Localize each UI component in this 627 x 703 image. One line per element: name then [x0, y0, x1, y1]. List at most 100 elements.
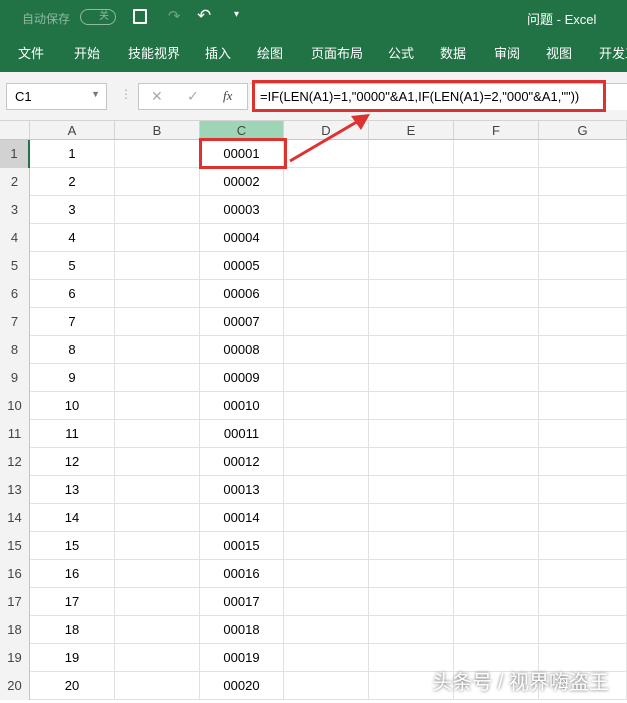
cell-B19[interactable]	[115, 644, 200, 672]
select-all-corner[interactable]	[0, 121, 30, 140]
cell-A10[interactable]: 10	[30, 392, 115, 420]
cell-G18[interactable]	[539, 616, 627, 644]
cell-G4[interactable]	[539, 224, 627, 252]
cell-D10[interactable]	[284, 392, 369, 420]
cell-D9[interactable]	[284, 364, 369, 392]
tab-review[interactable]: 审阅	[494, 43, 520, 62]
cell-A9[interactable]: 9	[30, 364, 115, 392]
cell-E2[interactable]	[369, 168, 454, 196]
cell-F9[interactable]	[454, 364, 539, 392]
cell-C20[interactable]: 00020	[200, 672, 284, 700]
cell-C15[interactable]: 00015	[200, 532, 284, 560]
cancel-icon[interactable]: ✕	[151, 88, 163, 105]
cell-G6[interactable]	[539, 280, 627, 308]
cell-E4[interactable]	[369, 224, 454, 252]
cell-B17[interactable]	[115, 588, 200, 616]
cell-G13[interactable]	[539, 476, 627, 504]
cell-B20[interactable]	[115, 672, 200, 700]
cell-D11[interactable]	[284, 420, 369, 448]
tab-draw[interactable]: 绘图	[257, 43, 283, 62]
row-header[interactable]: 11	[0, 420, 30, 448]
undo-icon[interactable]: ↶	[197, 6, 211, 26]
cell-G1[interactable]	[539, 140, 627, 168]
row-header[interactable]: 10	[0, 392, 30, 420]
cell-E11[interactable]	[369, 420, 454, 448]
tab-insert[interactable]: 插入	[205, 43, 231, 62]
col-header-f[interactable]: F	[454, 121, 539, 140]
cell-D7[interactable]	[284, 308, 369, 336]
cell-G12[interactable]	[539, 448, 627, 476]
cell-A6[interactable]: 6	[30, 280, 115, 308]
row-header[interactable]: 7	[0, 308, 30, 336]
cell-F6[interactable]	[454, 280, 539, 308]
cell-E5[interactable]	[369, 252, 454, 280]
cell-B10[interactable]	[115, 392, 200, 420]
enter-icon[interactable]: ✓	[187, 88, 199, 105]
row-header[interactable]: 17	[0, 588, 30, 616]
row-header[interactable]: 14	[0, 504, 30, 532]
cell-B4[interactable]	[115, 224, 200, 252]
cell-E12[interactable]	[369, 448, 454, 476]
cell-F16[interactable]	[454, 560, 539, 588]
tab-skills[interactable]: 技能视界	[128, 43, 180, 62]
cell-E13[interactable]	[369, 476, 454, 504]
row-header[interactable]: 12	[0, 448, 30, 476]
cell-D16[interactable]	[284, 560, 369, 588]
cell-A18[interactable]: 18	[30, 616, 115, 644]
cell-D20[interactable]	[284, 672, 369, 700]
cell-D15[interactable]	[284, 532, 369, 560]
cell-G7[interactable]	[539, 308, 627, 336]
cell-D8[interactable]	[284, 336, 369, 364]
cell-G17[interactable]	[539, 588, 627, 616]
row-header[interactable]: 5	[0, 252, 30, 280]
cell-C19[interactable]: 00019	[200, 644, 284, 672]
cell-C5[interactable]: 00005	[200, 252, 284, 280]
cell-G9[interactable]	[539, 364, 627, 392]
cell-F12[interactable]	[454, 448, 539, 476]
row-header[interactable]: 13	[0, 476, 30, 504]
cell-C3[interactable]: 00003	[200, 196, 284, 224]
cell-F10[interactable]	[454, 392, 539, 420]
cell-D12[interactable]	[284, 448, 369, 476]
cell-A5[interactable]: 5	[30, 252, 115, 280]
cell-C6[interactable]: 00006	[200, 280, 284, 308]
chevron-down-icon[interactable]: ▼	[91, 89, 100, 99]
row-header[interactable]: 4	[0, 224, 30, 252]
cell-F18[interactable]	[454, 616, 539, 644]
cell-G15[interactable]	[539, 532, 627, 560]
cell-C18[interactable]: 00018	[200, 616, 284, 644]
cell-C10[interactable]: 00010	[200, 392, 284, 420]
cell-E10[interactable]	[369, 392, 454, 420]
cell-A11[interactable]: 11	[30, 420, 115, 448]
col-header-g[interactable]: G	[539, 121, 627, 140]
cell-F2[interactable]	[454, 168, 539, 196]
cell-C13[interactable]: 00013	[200, 476, 284, 504]
row-header[interactable]: 9	[0, 364, 30, 392]
cell-F4[interactable]	[454, 224, 539, 252]
cell-G5[interactable]	[539, 252, 627, 280]
cell-A4[interactable]: 4	[30, 224, 115, 252]
row-header[interactable]: 19	[0, 644, 30, 672]
insert-function-icon[interactable]: fx	[223, 88, 232, 104]
row-header[interactable]: 15	[0, 532, 30, 560]
cell-E3[interactable]	[369, 196, 454, 224]
cell-B3[interactable]	[115, 196, 200, 224]
tab-page-layout[interactable]: 页面布局	[311, 43, 363, 62]
cell-E8[interactable]	[369, 336, 454, 364]
cell-G10[interactable]	[539, 392, 627, 420]
cell-D5[interactable]	[284, 252, 369, 280]
cell-D3[interactable]	[284, 196, 369, 224]
cell-E9[interactable]	[369, 364, 454, 392]
row-header[interactable]: 1	[0, 140, 30, 168]
cell-C17[interactable]: 00017	[200, 588, 284, 616]
cell-G11[interactable]	[539, 420, 627, 448]
save-icon[interactable]	[133, 9, 147, 24]
tab-formulas[interactable]: 公式	[388, 43, 414, 62]
cell-F1[interactable]	[454, 140, 539, 168]
cell-A7[interactable]: 7	[30, 308, 115, 336]
cell-C16[interactable]: 00016	[200, 560, 284, 588]
tab-home[interactable]: 开始	[74, 43, 100, 62]
cell-D14[interactable]	[284, 504, 369, 532]
name-box[interactable]: C1 ▼	[6, 83, 107, 110]
cell-A15[interactable]: 15	[30, 532, 115, 560]
